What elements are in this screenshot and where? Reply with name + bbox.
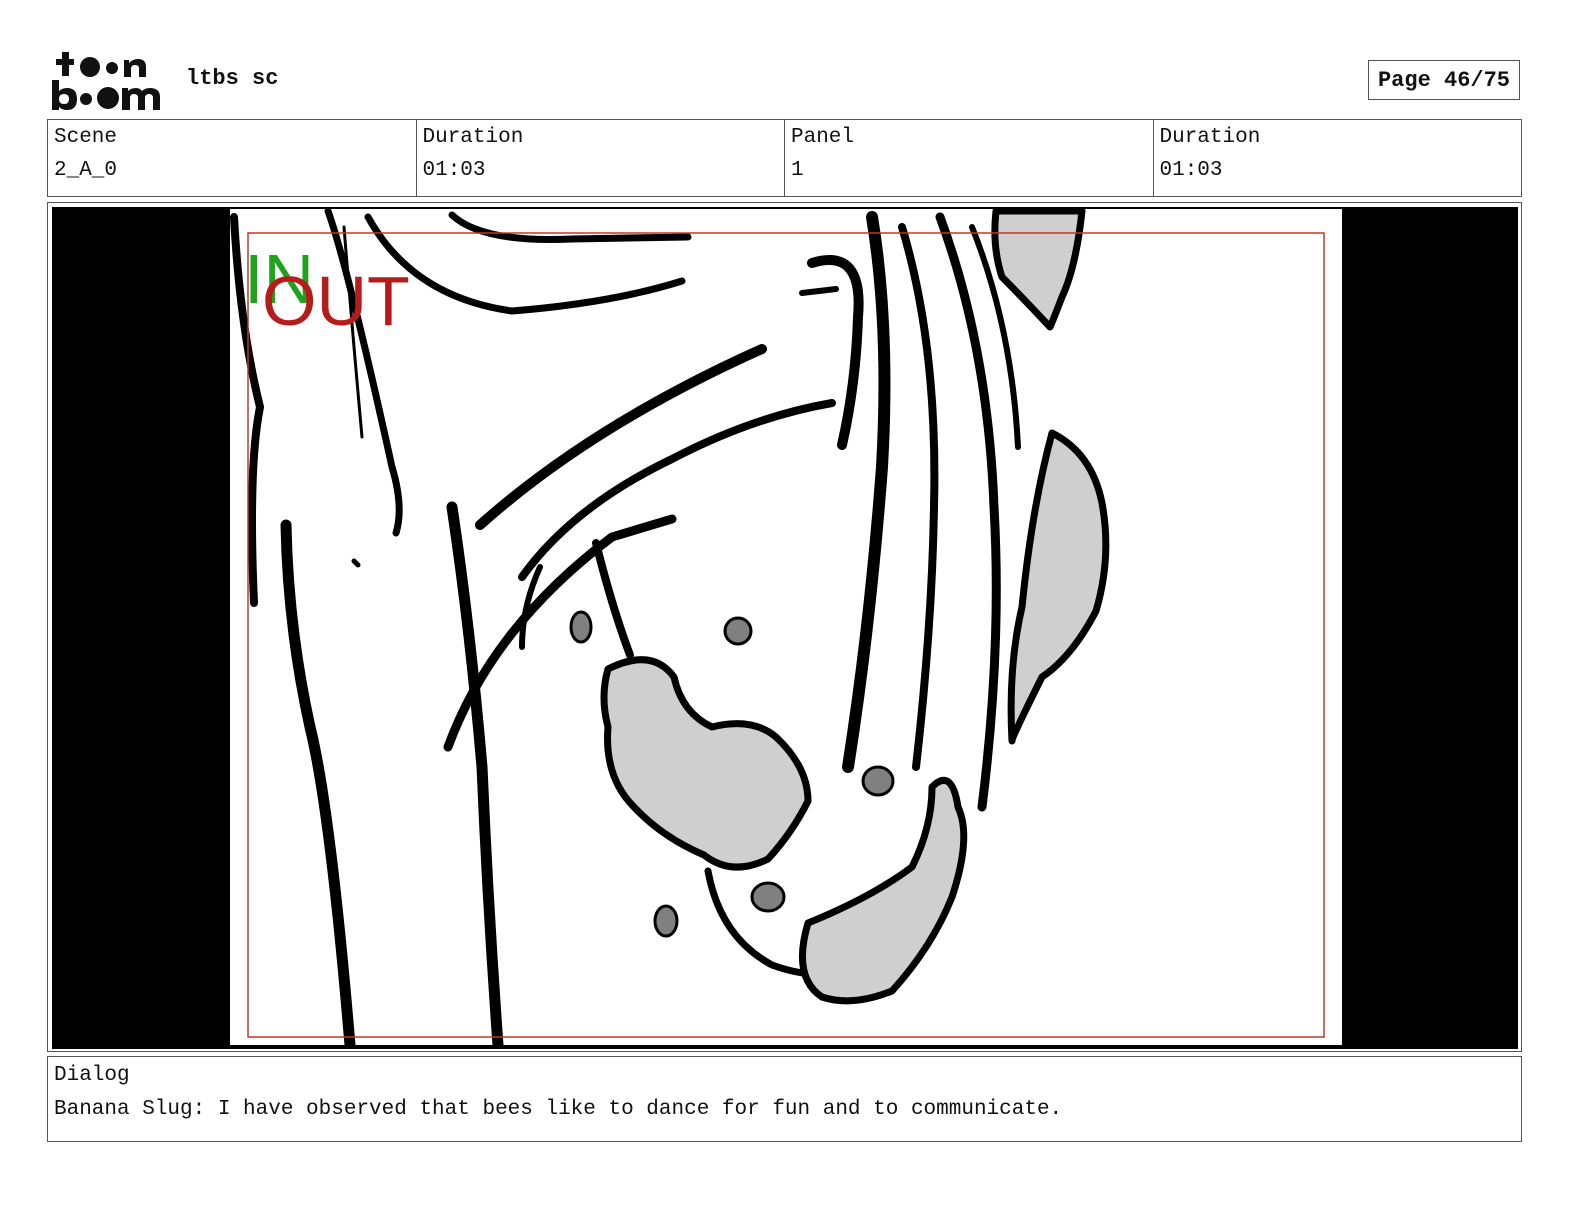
project-name: ltbs sc — [186, 66, 279, 91]
toon-boom-logo — [50, 50, 166, 112]
dialog-text: Banana Slug: I have observed that bees l… — [54, 1098, 1063, 1121]
dialog-label: Dialog — [54, 1064, 130, 1087]
page-number: Page 46/75 — [1368, 60, 1520, 100]
scene-info-table: Scene 2_A_0 Duration 01:03 Panel 1 Durat… — [47, 119, 1522, 197]
toon-boom-logo-icon — [52, 52, 160, 110]
dialog-box: Dialog Banana Slug: I have observed that… — [47, 1056, 1522, 1142]
scene-label: Scene — [54, 126, 118, 149]
panel-duration-cell: Duration 01:03 — [1154, 120, 1522, 196]
storyboard-panel: IN OUT — [47, 202, 1522, 1052]
panel-duration-value: 01:03 — [1159, 159, 1223, 182]
panel-label: Panel — [791, 126, 855, 149]
scene-duration-cell: Duration 01:03 — [417, 120, 785, 196]
panel-drawing: IN OUT — [52, 207, 1518, 1049]
out-marker: OUT — [262, 262, 410, 340]
scene-value: 2_A_0 — [54, 159, 118, 182]
panel-duration-label: Duration — [1159, 126, 1261, 149]
scene-duration-value: 01:03 — [422, 159, 486, 182]
scene-cell: Scene 2_A_0 — [48, 120, 417, 196]
panel-value: 1 — [791, 159, 804, 182]
panel-cell: Panel 1 — [785, 120, 1154, 196]
scene-duration-label: Duration — [422, 126, 524, 149]
